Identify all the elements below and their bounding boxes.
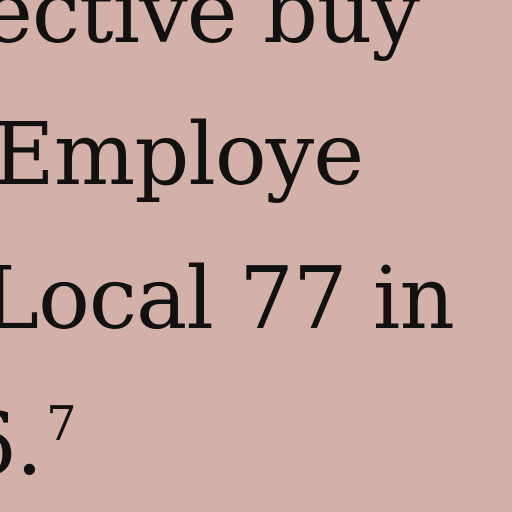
text-line-4: 6.7 (0, 400, 77, 488)
text-line-3: Local 77 in (0, 249, 455, 349)
footnote-marker[interactable]: 7 (46, 400, 77, 448)
document-page: ective buy Employe Local 77 in 6.7 (0, 0, 512, 512)
text-line-2: Employe (0, 105, 364, 205)
text-line-4-text: 6. (0, 395, 43, 495)
text-line-1: ective buy (0, 0, 420, 63)
